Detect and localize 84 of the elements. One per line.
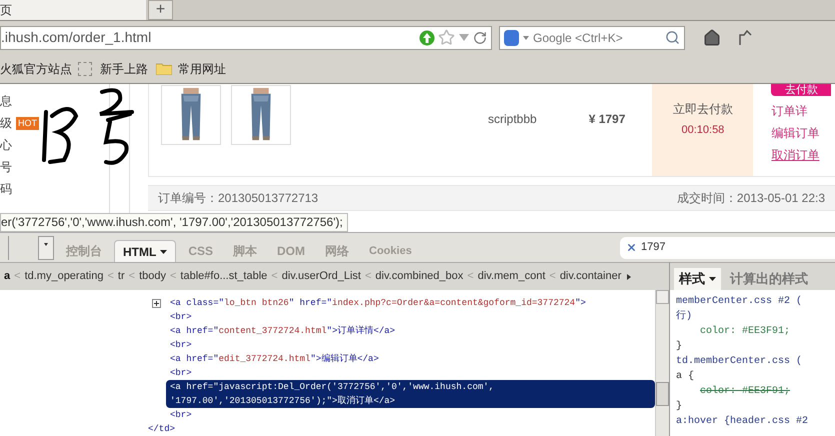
breadcrumb-item[interactable]: td.my_operating [24,268,104,285]
html-node[interactable]: <br> [166,408,196,422]
dropdown-icon[interactable] [459,34,469,42]
side-panel-tab[interactable]: 样式 [674,268,721,290]
css-rule-line: } [676,401,684,413]
breadcrumb-separator: < [107,269,114,284]
browser-tab[interactable]: 页 [0,0,146,20]
home-icon[interactable] [703,28,721,46]
devtools-tab[interactable]: HTML [114,240,176,262]
clear-icon[interactable] [626,242,637,253]
reload-icon[interactable] [473,30,487,44]
css-rule-line: a { [676,371,696,383]
breadcrumb-separator: < [467,269,474,284]
status-bar: er('3772756','0','www.ihush.com', '1797.00','201305013772756'); [0,213,348,232]
dropdown-icon [44,242,48,246]
breadcrumb-item[interactable]: table#fo...st_table [180,268,268,285]
html-node[interactable]: </td> [144,422,180,436]
order-action-link[interactable]: 订单详 [771,102,832,120]
bookmark-link[interactable]: 常用网址 [178,60,226,78]
breadcrumb-item[interactable]: a [4,268,10,285]
bookmark-link[interactable]: 火狐官方站点 [0,60,72,78]
search-engine-icon[interactable] [504,30,519,46]
dropdown-icon [160,250,168,254]
breadcrumb-separator: < [170,269,176,284]
breadcrumb-separator: < [549,269,556,284]
html-node[interactable]: <br> [166,338,196,352]
css-rule-line: td.memberCenter.css ( [676,356,804,368]
order-time: 成交时间：2013-05-01 22:3 [676,190,825,207]
sidebar-item[interactable]: 号 [0,158,12,176]
search-engine-field[interactable]: Google <Ctrl+K> [499,26,685,50]
html-node[interactable]: <a class="lo_btn btn26" href="index.php?c=Order&a=content&goform_id=3772724"> [166,296,590,310]
folder-icon [156,62,172,75]
css-rule-line: memberCenter.css #2 ( [676,296,804,308]
search-icon[interactable] [665,30,680,45]
url-text: .ihush.com/order_1.html [1,28,152,47]
order-number: 订单编号：201305013772713 [158,190,318,207]
breadcrumb-separator: < [128,269,136,284]
breadcrumb-item[interactable]: tr [118,268,125,285]
scrollbar[interactable] [655,290,669,436]
html-node[interactable]: <br> [166,366,196,380]
html-node[interactable]: <a href="edit_3772724.html">编辑订单</a> [166,352,383,366]
scroll-right-icon[interactable] [627,274,632,280]
menu-dropdown-button[interactable] [38,236,54,260]
go-icon[interactable] [419,30,435,46]
css-rule-line: color: #EE3F91; [699,386,792,398]
dropdown-icon[interactable] [523,36,529,40]
breadcrumb-item[interactable]: div.combined_box [375,268,464,285]
breadcrumb-item[interactable]: div.container [560,268,622,285]
sidebar-item[interactable]: 心 [0,136,12,154]
breadcrumb-item[interactable]: div.userOrd_List [282,268,361,285]
breadcrumb-item[interactable]: tbody [139,268,166,285]
html-node[interactable]: <br> [166,310,196,324]
product-name: scriptbbb [488,111,537,126]
html-node[interactable]: <a href="content_3772724.html">订单详情</a> [166,324,400,338]
css-rule-line: } [676,341,684,353]
breadcrumb-separator: < [364,269,372,284]
breadcrumb-separator: < [271,269,278,284]
search-input[interactable]: Google <Ctrl+K> [533,28,653,46]
dropdown-icon [709,277,716,281]
search-value: 1797 [641,240,666,256]
order-action-link[interactable]: 编辑订单 [771,124,832,142]
css-rule-line: color: #EE3F91; [699,326,792,338]
breadcrumb-separator: < [14,269,21,284]
css-rule-line: a:hover {header.css #2 [676,416,810,428]
sidebar-item[interactable]: 息 [0,92,12,110]
toolbar-icon[interactable] [739,30,753,46]
expand-icon[interactable] [152,299,161,308]
html-node[interactable]: <a href="javascript:Del_Order('3772756','0','www.ihush.com', '1797.00','201305013772756');">取消订单</a> [166,380,655,408]
hot-tag: HOT [16,116,39,130]
bookmark-star-icon[interactable] [438,29,455,46]
bookmark-icon [78,62,92,76]
pay-button[interactable]: 去付款 [771,84,832,96]
sidebar-item[interactable]: 码 [0,180,12,198]
bookmark-link[interactable]: 新手上路 [100,60,148,78]
address-field[interactable]: .ihush.com/order_1.html [0,26,492,50]
sidebar-item[interactable]: 级 [0,114,12,132]
breadcrumb-item[interactable]: div.mem_cont [478,268,546,285]
css-rule-line: 行) [676,311,694,323]
devtools-search-field[interactable]: 1797 [620,236,835,258]
pay-now-label: 立即去付款 [672,101,733,118]
order-price: ¥ 1797 [588,111,626,126]
new-tab-button[interactable]: + [148,0,173,20]
countdown-timer: 00:10:58 [681,123,724,138]
order-action-link[interactable]: 取消订单 [771,146,832,164]
